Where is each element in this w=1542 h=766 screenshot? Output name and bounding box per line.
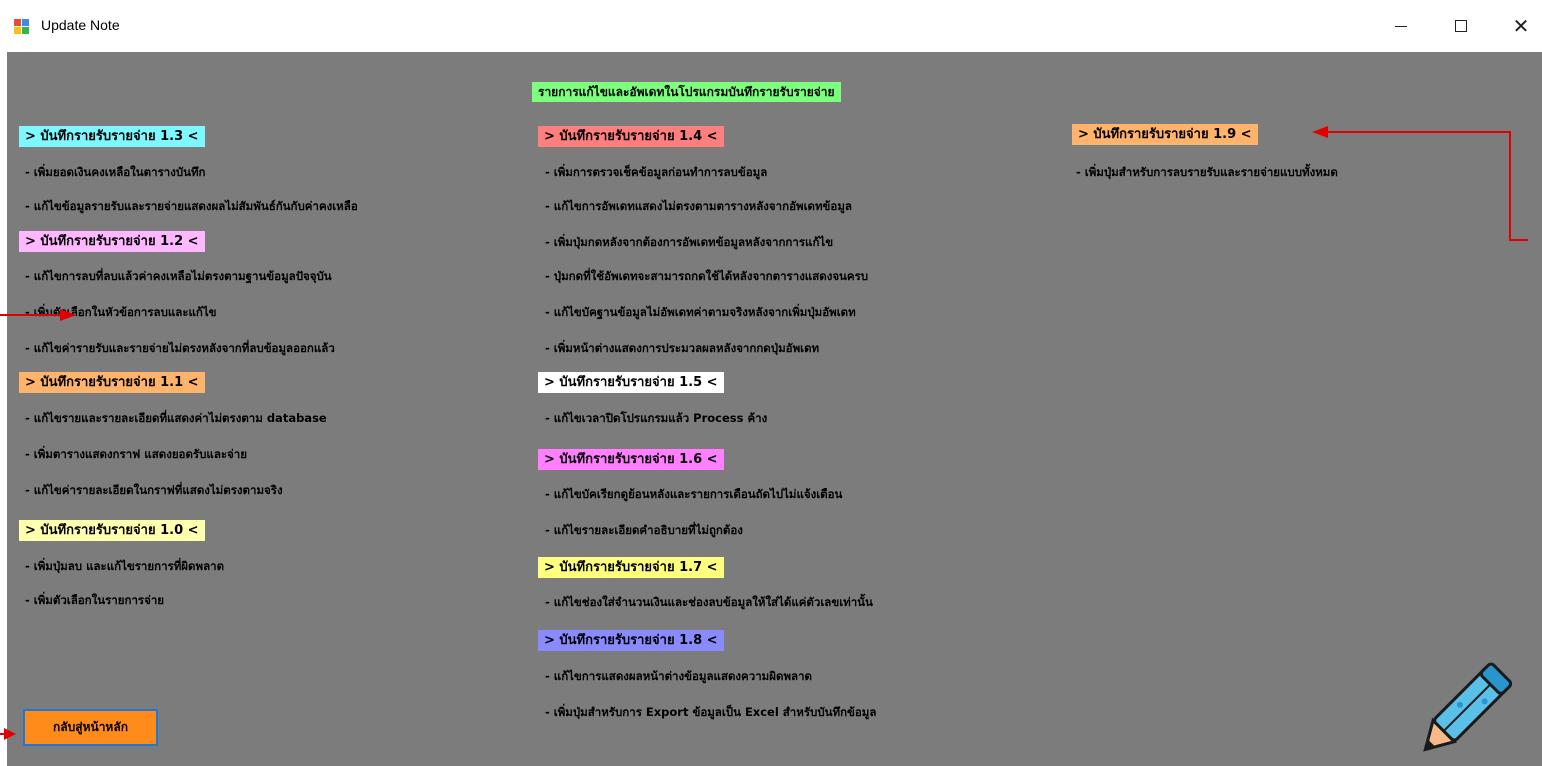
note-item: - แก้ไขค่ารายละเอียดในกราฟที่แสดงไม่ตรงต… [25,483,283,497]
window-title: Update Note [41,17,120,33]
maximize-icon [1455,20,1467,32]
note-item: - เพิ่มการตรวจเช็คข้อมูลก่อนทำการลบข้อมู… [545,165,768,179]
note-item: - เพิ่มยอดเงินคงเหลือในตารางบันทึก [25,165,206,179]
note-item: - เพิ่มปุ่มลบ และแก้ไขรายการที่ผิดพลาด [25,559,225,573]
close-icon: ✕ [1512,14,1530,38]
version-label-1-4: > บันทึกรายรับรายจ่าย 1.4 < [538,126,724,147]
note-item: - แก้ไขค่ารายรับและรายจ่ายไม่ตรงหลังจากท… [25,341,335,355]
minimize-icon [1395,25,1407,27]
version-label-1-7: > บันทึกรายรับรายจ่าย 1.7 < [538,557,724,578]
note-item: - เพิ่มปุ่มสำหรับการ Export ข้อมูลเป็น E… [545,705,877,719]
version-label-1-3: > บันทึกรายรับรายจ่าย 1.3 < [19,126,205,147]
version-label-1-8: > บันทึกรายรับรายจ่าย 1.8 < [538,630,724,651]
note-item: - แก้ไขรายละเอียดคำอธิบายที่ไม่ถูกต้อง [545,523,743,537]
note-item: - เพิ่มตัวเลือกในหัวข้อการลบและแก้ไข [25,305,217,319]
form-client-area: รายการแก้ไขและอัพเดทในโปรแกรมบันทึกรายรั… [7,52,1542,766]
note-item: - แก้ไขเวลาปิดโปรแกรมแล้ว Process ค้าง [545,411,768,425]
note-item: - แก้ไขการลบที่ลบแล้วค่าคงเหลือไม่ตรงตาม… [25,269,332,283]
maximize-button[interactable] [1441,10,1481,42]
pencil-icon [1423,662,1513,752]
note-item: - แก้ไขรายและรายละเอียดที่แสดงค่าไม่ตรงต… [25,411,327,425]
note-item: - แก้ไขข้อมูลรายรับและรายจ่ายแสดงผลไม่สั… [25,199,358,213]
title-bar: Update Note ✕ [0,0,1542,52]
app-icon [14,19,30,35]
note-item: - แก้ไขการแสดงผลหน้าต่างข้อมูลแสดงความผิ… [545,669,812,683]
close-button[interactable]: ✕ [1501,10,1541,42]
note-item: - แก้ไขบัคฐานข้อมูลไม่อัพเดทค่าตามจริงหล… [545,305,856,319]
version-label-1-5: > บันทึกรายรับรายจ่าย 1.5 < [538,372,724,393]
note-item: - เพิ่มหน้าต่างแสดงการประมวลผลหลังจากกดป… [545,341,820,355]
note-item: - แก้ไขบัคเรียกดูย้อนหลังและรายการเดือนถ… [545,487,843,501]
note-item: - ปุ่มกดที่ใช้อัพเดทจะสามารถกดใช้ได้หลัง… [545,269,869,283]
version-label-1-9: > บันทึกรายรับรายจ่าย 1.9 < [1072,124,1258,145]
note-item: - เพิ่มปุ่มสำหรับการลบรายรับและรายจ่ายแบ… [1076,165,1338,179]
note-item: - เพิ่มปุ่มกดหลังจากต้องการอัพเดทข้อมูลห… [545,235,834,249]
note-item: - แก้ไขช่องใส่จำนวนเงินและช่องลบข้อมูลให… [545,595,873,609]
version-label-1-0: > บันทึกรายรับรายจ่าย 1.0 < [19,520,205,541]
version-label-1-2: > บันทึกรายรับรายจ่าย 1.2 < [19,231,205,252]
note-item: - แก้ไขการอัพเดทแสดงไม่ตรงตามตารางหลังจา… [545,199,852,213]
note-item: - เพิ่มตารางแสดงกราฟ แสดงยอดรับและจ่าย [25,447,247,461]
page-title: รายการแก้ไขและอัพเดทในโปรแกรมบันทึกรายรั… [532,82,841,102]
version-label-1-1: > บันทึกรายรับรายจ่าย 1.1 < [19,372,205,393]
note-item: - เพิ่มตัวเลือกในรายการจ่าย [25,593,165,607]
version-label-1-6: > บันทึกรายรับรายจ่าย 1.6 < [538,449,724,470]
back-to-main-button[interactable]: กลับสู่หน้าหลัก [23,709,158,746]
minimize-button[interactable] [1381,10,1421,42]
